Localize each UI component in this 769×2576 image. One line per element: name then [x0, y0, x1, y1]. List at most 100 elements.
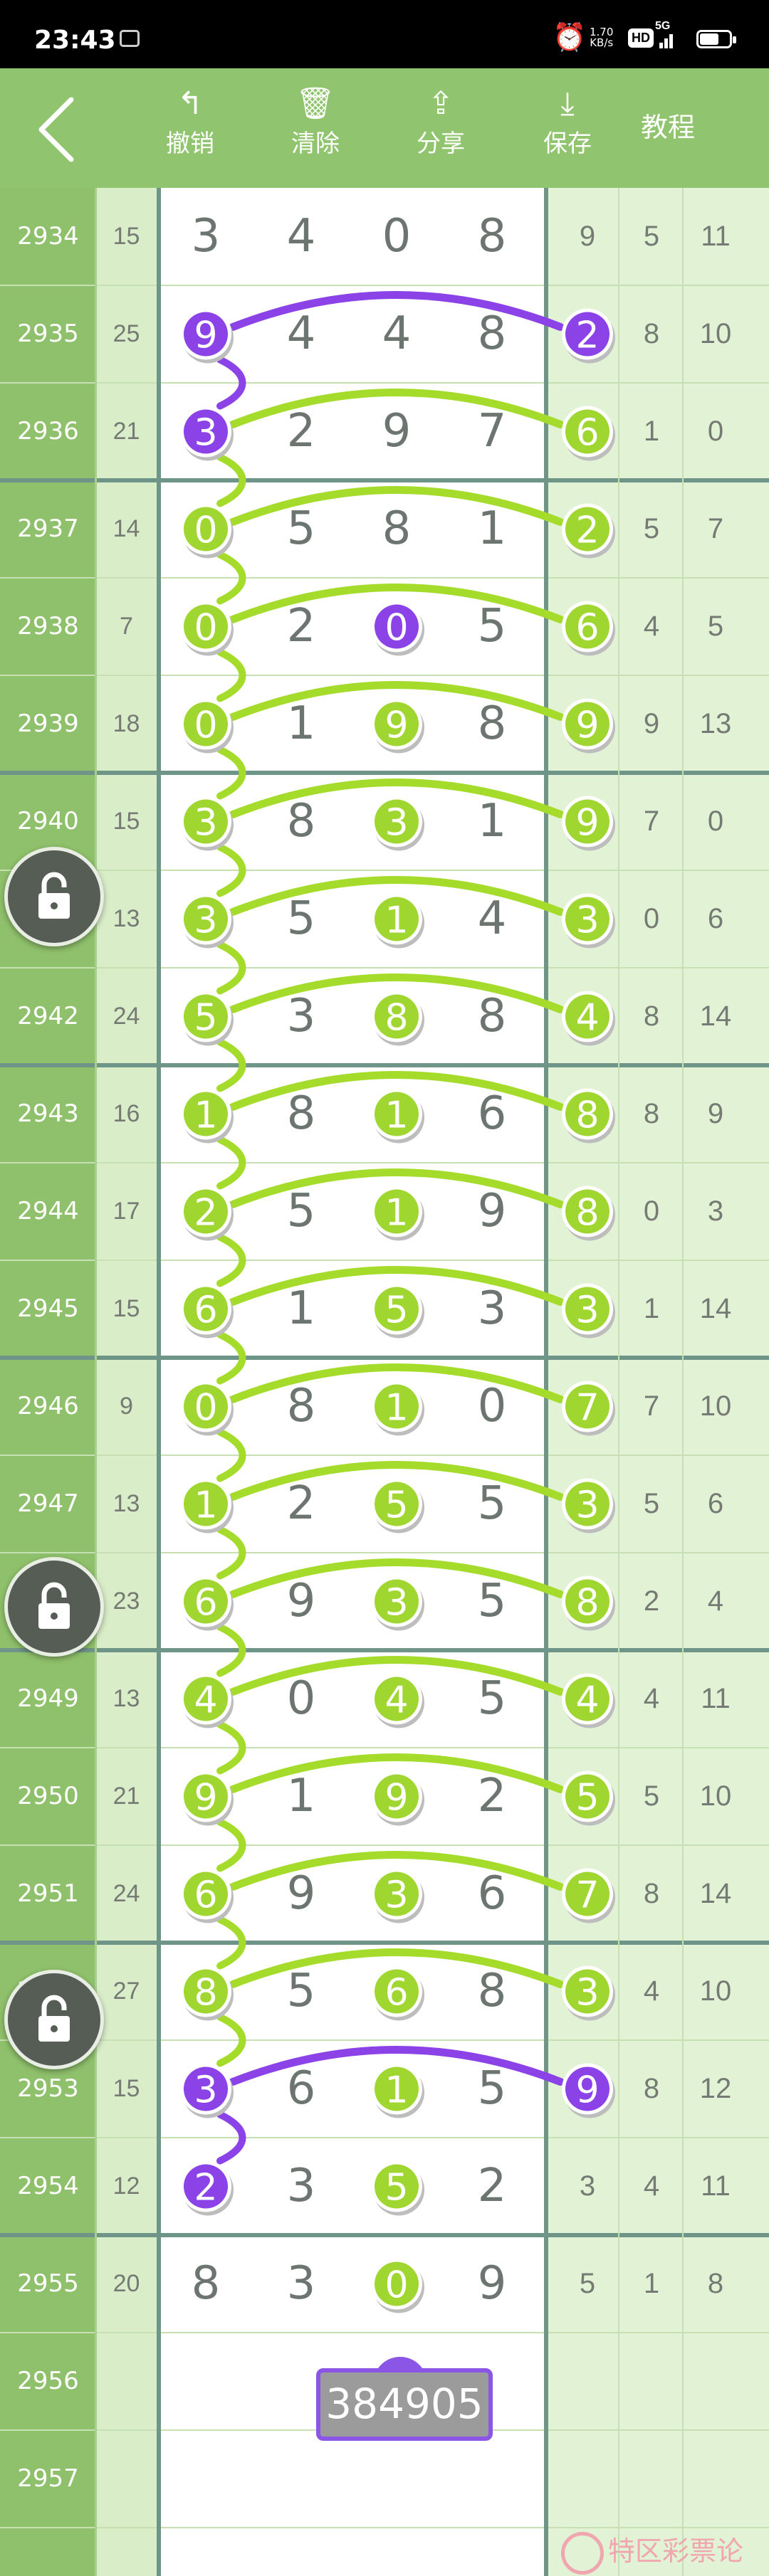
- digit-cell[interactable]: 0: [349, 578, 444, 675]
- digit-cell[interactable]: 9: [158, 1748, 253, 1845]
- stat-cell[interactable]: 7: [619, 773, 684, 870]
- clear-button[interactable]: 🗑 清除: [283, 68, 347, 188]
- digit-cell[interactable]: 8: [349, 968, 444, 1065]
- digit-cell[interactable]: 8: [444, 1943, 540, 2040]
- stat-cell[interactable]: [684, 2333, 748, 2430]
- table-row[interactable]: 2954 12 2 3 5 2 3 4 11: [0, 2138, 769, 2235]
- digit-cell[interactable]: 6: [444, 1845, 540, 1943]
- digit-cell[interactable]: 5: [444, 1553, 540, 1650]
- digit-cell[interactable]: 5: [349, 1455, 444, 1553]
- stat-cell[interactable]: 4: [619, 578, 684, 675]
- tutorial-button[interactable]: 教程: [641, 105, 695, 144]
- stat-cell[interactable]: 3: [684, 1163, 748, 1260]
- stat-cell[interactable]: 0: [619, 1163, 684, 1260]
- stat-cell[interactable]: 2: [555, 480, 619, 578]
- stat-cell[interactable]: 1: [619, 383, 684, 480]
- digit-cell[interactable]: 4: [349, 285, 444, 383]
- stat-cell[interactable]: 6: [684, 1455, 748, 1553]
- digit-cell[interactable]: 8: [253, 773, 349, 870]
- table-row[interactable]: 2940 15 3 8 3 1 9 7 0: [0, 773, 769, 870]
- digit-cell[interactable]: 9: [349, 1748, 444, 1845]
- stat-cell[interactable]: 11: [684, 2138, 748, 2235]
- stat-cell[interactable]: 7: [619, 1358, 684, 1455]
- stat-cell[interactable]: 5: [555, 1748, 619, 1845]
- table-row[interactable]: 2937 14 0 5 8 1 2 5 7: [0, 480, 769, 578]
- digit-cell[interactable]: 2: [444, 1748, 540, 1845]
- stat-cell[interactable]: 10: [684, 1943, 748, 2040]
- stat-cell[interactable]: 9: [684, 1065, 748, 1163]
- digit-cell[interactable]: 1: [253, 1260, 349, 1358]
- digit-cell[interactable]: 9: [349, 383, 444, 480]
- digit-cell[interactable]: 8: [444, 675, 540, 773]
- stat-cell[interactable]: 6: [555, 578, 619, 675]
- digit-cell[interactable]: [253, 2430, 349, 2528]
- stat-cell[interactable]: 9: [555, 675, 619, 773]
- result-input-box[interactable]: 384905: [316, 2368, 493, 2441]
- table-row[interactable]: 2946 9 0 8 1 0 7 7 10: [0, 1358, 769, 1455]
- table-row[interactable]: 2948236935824: [0, 1553, 769, 1650]
- digit-cell[interactable]: 0: [349, 2235, 444, 2333]
- stat-cell[interactable]: 4: [555, 968, 619, 1065]
- digit-cell[interactable]: 1: [444, 480, 540, 578]
- stat-cell[interactable]: 0: [619, 870, 684, 968]
- digit-cell[interactable]: 3: [158, 188, 253, 285]
- stat-cell[interactable]: 7: [555, 1358, 619, 1455]
- digit-cell[interactable]: 2: [253, 1455, 349, 1553]
- digit-cell[interactable]: 6: [349, 1943, 444, 2040]
- stat-cell[interactable]: 4: [619, 1650, 684, 1748]
- table-row[interactable]: 29522785683410: [0, 1943, 769, 2040]
- digit-cell[interactable]: 0: [158, 480, 253, 578]
- digit-cell[interactable]: [158, 2430, 253, 2528]
- stat-cell[interactable]: 2: [619, 1553, 684, 1650]
- stat-cell[interactable]: 4: [619, 2138, 684, 2235]
- digit-cell[interactable]: 8: [349, 480, 444, 578]
- stat-cell[interactable]: 8: [619, 1845, 684, 1943]
- stat-cell[interactable]: [619, 2430, 684, 2528]
- stat-cell[interactable]: 3: [555, 1260, 619, 1358]
- stat-cell[interactable]: 5: [619, 188, 684, 285]
- digit-cell[interactable]: 5: [444, 1650, 540, 1748]
- digit-cell[interactable]: 4: [253, 285, 349, 383]
- digit-cell[interactable]: 5: [444, 578, 540, 675]
- stat-cell[interactable]: 4: [555, 1650, 619, 1748]
- stat-cell[interactable]: 9: [555, 773, 619, 870]
- stat-cell[interactable]: 5: [619, 1748, 684, 1845]
- digit-cell[interactable]: 1: [158, 1455, 253, 1553]
- stat-cell[interactable]: 3: [555, 870, 619, 968]
- stat-cell[interactable]: 10: [684, 1358, 748, 1455]
- digit-cell[interactable]: 3: [158, 870, 253, 968]
- stat-cell[interactable]: [555, 2333, 619, 2430]
- digit-cell[interactable]: 2: [253, 578, 349, 675]
- stat-cell[interactable]: 2: [555, 285, 619, 383]
- stat-cell[interactable]: 14: [684, 1845, 748, 1943]
- trend-chart-grid[interactable]: 2934 15 3 4 0 8 9 5 11 2935 25 9 4 4 8 2 8 10 2936 21 3 2 9 7 6 1…: [0, 188, 769, 2576]
- stat-cell[interactable]: 0: [684, 773, 748, 870]
- share-button[interactable]: ⇪ 分享: [409, 68, 473, 188]
- stat-cell[interactable]: 5: [555, 2235, 619, 2333]
- table-row[interactable]: 2955 20 8 3 0 9 5 1 8: [0, 2235, 769, 2333]
- stat-cell[interactable]: 9: [555, 188, 619, 285]
- stat-cell[interactable]: 3: [555, 1943, 619, 2040]
- stat-cell[interactable]: 8: [555, 1553, 619, 1650]
- digit-cell[interactable]: 1: [253, 1748, 349, 1845]
- stat-cell[interactable]: 8: [619, 968, 684, 1065]
- stat-cell[interactable]: 8: [684, 2235, 748, 2333]
- digit-cell[interactable]: 1: [349, 1358, 444, 1455]
- back-button[interactable]: [31, 94, 88, 165]
- stat-cell[interactable]: 14: [684, 1260, 748, 1358]
- digit-cell[interactable]: 9: [444, 2235, 540, 2333]
- stat-cell[interactable]: [555, 2430, 619, 2528]
- digit-cell[interactable]: 8: [444, 285, 540, 383]
- digit-cell[interactable]: 0: [158, 578, 253, 675]
- save-button[interactable]: ⤓ 保存: [535, 68, 600, 188]
- digit-cell[interactable]: 6: [444, 1065, 540, 1163]
- table-row[interactable]: 2934 15 3 4 0 8 9 5 11: [0, 188, 769, 285]
- table-row[interactable]: 2949 13 4 0 4 5 4 4 11: [0, 1650, 769, 1748]
- digit-cell[interactable]: 0: [444, 1358, 540, 1455]
- digit-cell[interactable]: 3: [349, 1845, 444, 1943]
- stat-cell[interactable]: 5: [619, 1455, 684, 1553]
- stat-cell[interactable]: 11: [684, 188, 748, 285]
- digit-cell[interactable]: 6: [158, 1845, 253, 1943]
- digit-cell[interactable]: 5: [253, 870, 349, 968]
- table-row[interactable]: 2941133514306: [0, 870, 769, 968]
